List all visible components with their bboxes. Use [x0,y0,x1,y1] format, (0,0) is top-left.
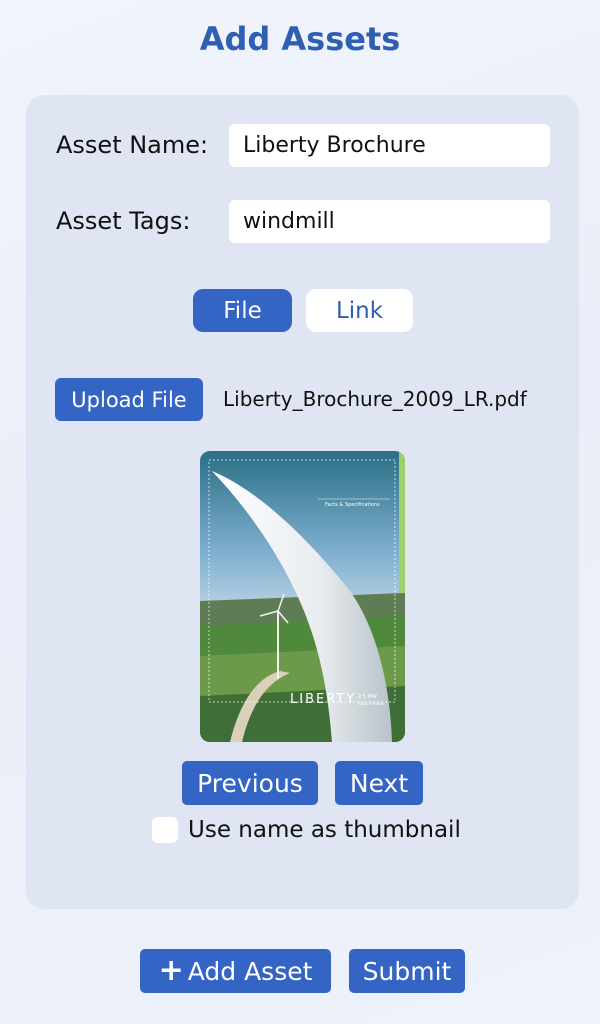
cover-title-text: LIBERTY [290,692,356,707]
asset-tags-label: Asset Tags: [56,207,191,235]
document-preview-thumbnail: Facts & Specifications LIBERTY 2.5 MW WI… [200,451,405,742]
previous-button[interactable]: Previous [182,761,318,805]
use-name-as-thumbnail-checkbox[interactable] [152,817,178,843]
cover-caption-text: WIND TURBINE [358,702,384,706]
page-title: Add Assets [199,20,401,58]
add-asset-label: Add Asset [187,956,313,986]
cover-subtitle-text: 2.5 MW [358,694,377,700]
plus-icon: + [158,953,184,988]
cover-header-text: Facts & Specifications [325,502,380,508]
add-asset-button[interactable]: + Add Asset [140,949,331,993]
asset-form-card: Asset Name: Asset Tags: File Link Upload… [26,95,579,909]
uploaded-file-name: Liberty_Brochure_2009_LR.pdf [223,387,527,411]
file-tab-button[interactable]: File [193,289,292,332]
submit-button[interactable]: Submit [349,949,465,993]
next-button[interactable]: Next [335,761,423,805]
upload-file-button[interactable]: Upload File [55,378,203,421]
asset-tags-input[interactable] [229,200,550,243]
asset-name-input[interactable] [229,124,550,167]
use-name-as-thumbnail-label: Use name as thumbnail [188,817,461,843]
link-tab-button[interactable]: Link [306,289,413,332]
asset-name-label: Asset Name: [56,131,209,159]
